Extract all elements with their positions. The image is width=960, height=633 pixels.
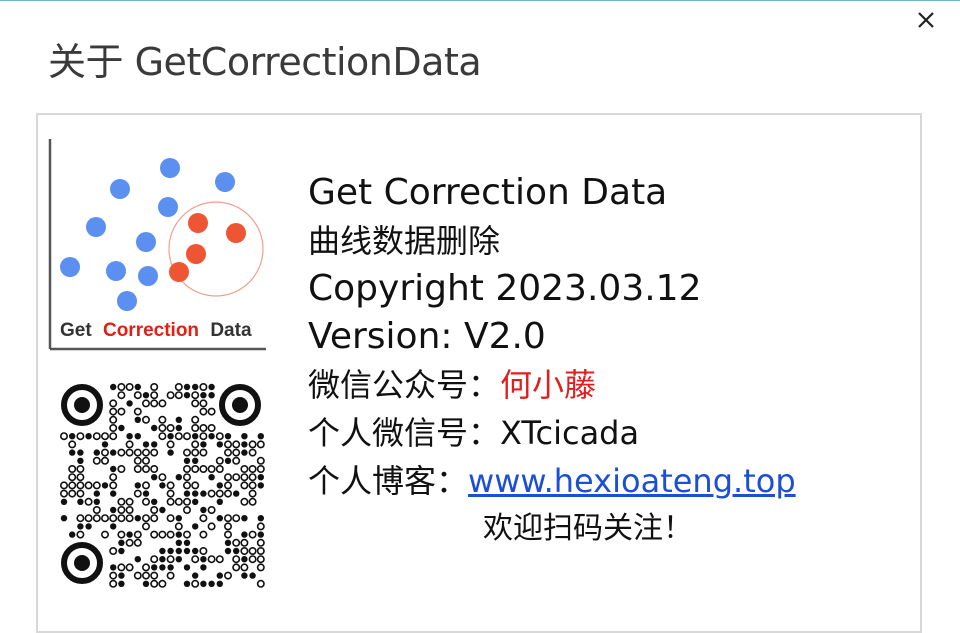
qr-finder-pattern — [61, 542, 103, 584]
app-logo: Get Correction Data — [48, 139, 266, 351]
wechat-public-row: 微信公众号：何小藤 — [308, 361, 908, 409]
qr-modules — [60, 383, 265, 588]
wechat-personal-row: 个人微信号：XTcicada — [308, 409, 908, 457]
wechat-personal-label: 个人微信号： — [308, 414, 501, 452]
close-button[interactable] — [906, 5, 946, 35]
qr-code-icon — [60, 383, 265, 588]
wechat-public-label: 微信公众号： — [308, 366, 501, 404]
welcome-text: 欢迎扫码关注！ — [483, 511, 693, 546]
logo-blue-points — [60, 158, 235, 311]
blog-link[interactable]: www.hexioateng.top — [468, 462, 796, 500]
qr-finder-pattern — [61, 384, 103, 426]
wechat-public-value: 何小藤 — [500, 366, 597, 404]
logo-text-correction: Correction — [103, 320, 199, 341]
copyright-text: Copyright 2023.03.12 — [308, 268, 702, 309]
logo-text-get: Get — [60, 320, 92, 341]
app-name: Get Correction Data — [308, 172, 668, 213]
qr-finder-pattern — [219, 384, 261, 426]
blog-row: 个人博客：www.hexioateng.top — [308, 457, 908, 505]
dialog-title: 关于 GetCorrectionData — [48, 40, 482, 84]
about-dialog: 关于 GetCorrectionData Get Correction Data… — [0, 0, 960, 633]
close-icon — [918, 12, 934, 28]
logo-red-points — [169, 213, 246, 282]
svg-text:Get Correction Dat: Get Correction Data — [60, 320, 252, 341]
blog-label: 个人博客： — [308, 462, 469, 500]
logo-highlight-circle — [168, 201, 264, 297]
app-info: Get Correction Data 曲线数据删除 Copyright 202… — [308, 169, 908, 553]
wechat-personal-value: XTcicada — [500, 414, 640, 452]
version-text: Version: V2.0 — [308, 316, 546, 357]
app-subtitle: 曲线数据删除 — [308, 222, 501, 260]
logo-text-data: Data — [210, 320, 252, 341]
